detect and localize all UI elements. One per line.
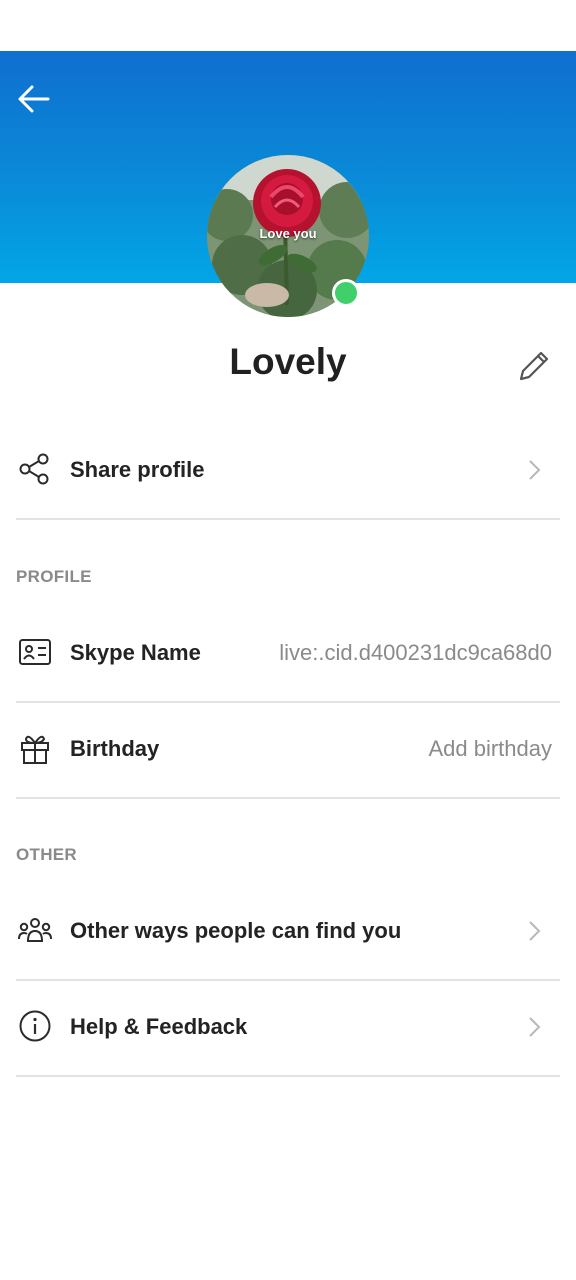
- skype-name-value: live:.cid.d400231dc9ca68d0: [279, 640, 552, 665]
- back-button[interactable]: [14, 78, 56, 120]
- section-header-profile: PROFILE: [16, 567, 92, 586]
- birthday-row[interactable]: Birthday Add birthday: [16, 701, 560, 799]
- pencil-icon: [519, 351, 549, 381]
- section-header-other: OTHER: [16, 845, 77, 864]
- find-you-label: Other ways people can find you: [70, 918, 402, 943]
- info-icon: [19, 1010, 51, 1042]
- skype-name-row[interactable]: Skype Name live:.cid.d400231dc9ca68d0: [16, 605, 560, 703]
- people-icon: [18, 918, 52, 942]
- birthday-label: Birthday: [70, 736, 160, 761]
- presence-online-indicator: [332, 279, 360, 307]
- find-you-row[interactable]: Other ways people can find you: [16, 883, 560, 981]
- help-feedback-label: Help & Feedback: [70, 1014, 248, 1039]
- id-card-icon: [19, 639, 51, 665]
- share-profile-row[interactable]: Share profile: [16, 422, 560, 520]
- edit-profile-button[interactable]: [514, 346, 554, 386]
- chevron-right-icon: [529, 1017, 541, 1037]
- avatar-caption: Love you: [259, 226, 317, 241]
- add-birthday-value: Add birthday: [428, 736, 552, 761]
- avatar[interactable]: Love you: [207, 155, 369, 317]
- gift-icon: [21, 735, 49, 764]
- share-profile-label: Share profile: [70, 457, 205, 482]
- profile-name: Lovely: [229, 341, 347, 382]
- share-icon: [19, 453, 49, 485]
- skype-name-label: Skype Name: [70, 640, 201, 665]
- chevron-right-icon: [529, 921, 541, 941]
- arrow-left-icon: [18, 85, 50, 113]
- help-feedback-row[interactable]: Help & Feedback: [16, 979, 560, 1077]
- status-bar: [0, 0, 576, 51]
- chevron-right-icon: [529, 460, 541, 480]
